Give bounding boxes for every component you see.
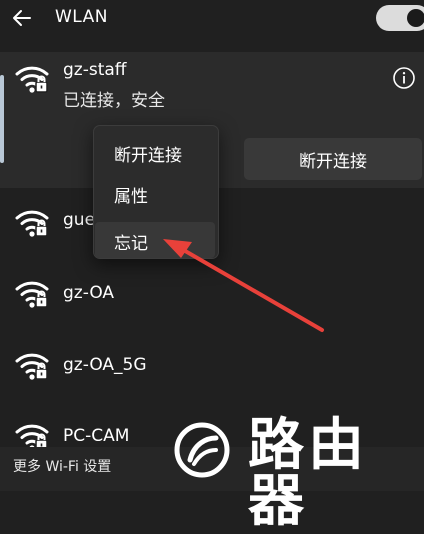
network-ssid: gue [63, 210, 96, 230]
network-ssid: gz-OA [63, 283, 115, 303]
wifi-secure-icon [14, 349, 50, 381]
connected-ssid: gz-staff [63, 60, 127, 80]
watermark-text: 路由器 [248, 413, 368, 534]
disconnect-button[interactable]: 断开连接 [244, 138, 422, 180]
menu-item-forget-label: 忘记 [114, 234, 148, 254]
context-menu: 断开连接 属性 忘记 [93, 125, 219, 259]
network-ssid: gz-OA_5G [63, 355, 147, 375]
connection-status: 已连接，安全 [63, 91, 165, 111]
menu-item-disconnect[interactable]: 断开连接 [114, 141, 182, 166]
wifi-secure-icon [14, 62, 50, 94]
wifi-secure-icon [14, 277, 50, 309]
toggle-knob [407, 9, 424, 27]
menu-item-forget[interactable]: 忘记 [95, 222, 215, 258]
wifi-secure-icon [14, 206, 50, 238]
more-wifi-settings-link[interactable]: 更多 Wi-Fi 设置 [13, 456, 111, 476]
wlan-toggle[interactable] [376, 5, 424, 31]
selection-accent-bar [0, 75, 4, 163]
menu-item-properties[interactable]: 属性 [114, 182, 148, 207]
network-ssid: PC-CAM [63, 426, 130, 446]
arrow-left-icon[interactable] [10, 6, 34, 30]
page-title: WLAN [55, 7, 109, 27]
watermark-logo-icon [174, 422, 230, 478]
info-icon[interactable] [392, 66, 416, 90]
header-bar: WLAN [0, 0, 424, 40]
